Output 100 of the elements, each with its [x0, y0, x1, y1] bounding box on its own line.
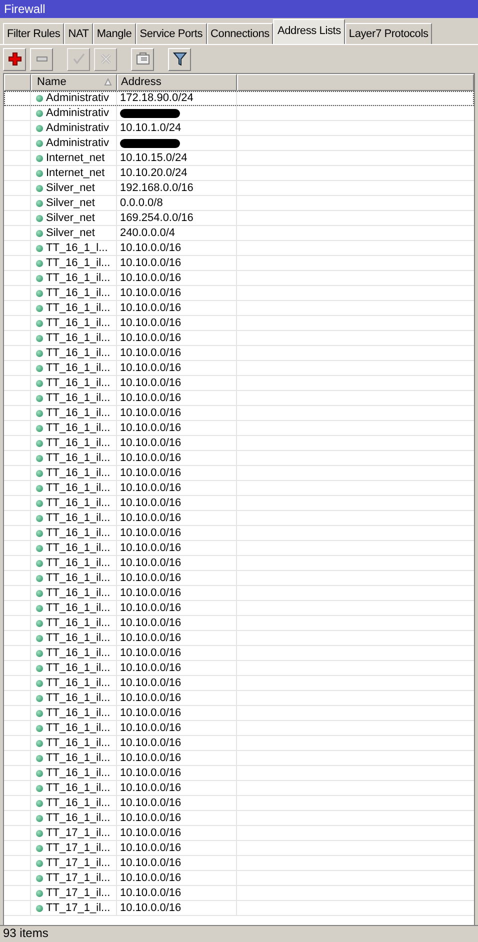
table-cell: Silver_net	[46, 196, 95, 210]
status-dot-icon	[36, 620, 43, 626]
table-row[interactable]: TT_16_1_il... 10.10.0.0/16	[4, 796, 474, 811]
remove-button[interactable]	[30, 48, 53, 70]
table-cell: TT_16_1_il...	[46, 721, 110, 735]
table-row[interactable]: Administrativ	[4, 106, 474, 121]
table-row[interactable]: TT_16_1_il... 10.10.0.0/16	[4, 391, 474, 406]
tab[interactable]: Connections	[206, 23, 274, 44]
tab[interactable]: Layer7 Protocols	[344, 23, 432, 44]
table-row[interactable]: TT_16_1_il... 10.10.0.0/16	[4, 781, 474, 796]
status-dot-icon	[36, 154, 43, 162]
table-row[interactable]: TT_16_1_il... 10.10.0.0/16	[4, 706, 474, 721]
status-dot-icon	[36, 754, 43, 762]
table-cell: 10.10.0.0/16	[120, 511, 182, 525]
table-row[interactable]: TT_16_1_il... 10.10.0.0/16	[4, 376, 474, 391]
table-row[interactable]: TT_16_1_il... 10.10.0.0/16	[4, 496, 474, 511]
status-dot-icon	[36, 170, 43, 176]
table-row[interactable]: TT_16_1_il... 10.10.0.0/16	[4, 721, 474, 736]
column-header[interactable]: Address	[117, 74, 237, 91]
table-row[interactable]: TT_16_1_il... 10.10.0.0/16	[4, 691, 474, 706]
table-row[interactable]: TT_16_1_il... 10.10.0.0/16	[4, 481, 474, 496]
table-row[interactable]: TT_16_1_il... 10.10.0.0/16	[4, 526, 474, 541]
funnel-icon	[172, 52, 186, 66]
status-dot-icon	[36, 514, 43, 522]
table-row[interactable]: TT_16_1_il... 10.10.0.0/16	[4, 286, 474, 301]
table-row[interactable]: TT_16_1_il... 10.10.0.0/16	[4, 346, 474, 361]
table-row[interactable]: TT_16_1_il... 10.10.0.0/16	[4, 256, 474, 271]
table-row[interactable]: TT_16_1_il... 10.10.0.0/16	[4, 556, 474, 571]
table-row[interactable]: TT_16_1_il... 10.10.0.0/16	[4, 631, 474, 646]
table-row[interactable]: TT_16_1_il... 10.10.0.0/16	[4, 601, 474, 616]
table-row[interactable]: Administrativ 172.18.90.0/24	[4, 91, 474, 106]
table-row[interactable]: TT_16_1_il... 10.10.0.0/16	[4, 736, 474, 751]
table-cell: TT_16_1_il...	[46, 301, 110, 315]
column-header[interactable]: Name	[31, 74, 117, 91]
table-row[interactable]: Internet_net 10.10.15.0/24	[4, 151, 474, 166]
table-cell: TT_16_1_il...	[46, 286, 110, 300]
table-row[interactable]: TT_16_1_l... 10.10.0.0/16	[4, 241, 474, 256]
status-dot-icon	[36, 440, 43, 446]
table-row[interactable]: TT_16_1_il... 10.10.0.0/16	[4, 406, 474, 421]
table-row[interactable]: TT_16_1_il... 10.10.0.0/16	[4, 271, 474, 286]
table-row[interactable]: TT_17_1_il... 10.10.0.0/16	[4, 886, 474, 901]
table-row[interactable]: TT_16_1_il... 10.10.0.0/16	[4, 766, 474, 781]
table-cell: Administrativ	[46, 106, 109, 120]
table-cell: Internet_net	[46, 166, 105, 180]
table-row[interactable]: TT_16_1_il... 10.10.0.0/16	[4, 646, 474, 661]
tab[interactable]: Address Lists	[273, 19, 345, 44]
status-dot-icon	[36, 214, 43, 222]
status-dot-icon	[36, 724, 43, 732]
table-row[interactable]: TT_16_1_il... 10.10.0.0/16	[4, 541, 474, 556]
table-row[interactable]: TT_17_1_il... 10.10.0.0/16	[4, 841, 474, 856]
table-cell: 10.10.0.0/16	[120, 721, 182, 735]
tab[interactable]: Filter Rules	[3, 23, 64, 44]
table-cell: 10.10.0.0/16	[120, 301, 182, 315]
tab[interactable]: NAT	[64, 23, 93, 44]
table-row[interactable]: Administrativ 10.10.1.0/24	[4, 121, 474, 136]
table-row[interactable]: TT_16_1_il... 10.10.0.0/16	[4, 361, 474, 376]
table-row[interactable]: TT_16_1_il... 10.10.0.0/16	[4, 301, 474, 316]
table-row[interactable]: Internet_net 10.10.20.0/24	[4, 166, 474, 181]
status-dot-icon	[36, 664, 43, 672]
table-row[interactable]: TT_17_1_il... 10.10.0.0/16	[4, 856, 474, 871]
table-cell: TT_16_1_il...	[46, 376, 110, 390]
table-cell: 10.10.0.0/16	[120, 256, 182, 270]
table-row[interactable]: Silver_net 169.254.0.0/16	[4, 211, 474, 226]
table-row[interactable]: TT_16_1_il... 10.10.0.0/16	[4, 316, 474, 331]
column-header[interactable]	[4, 74, 31, 91]
status-dot-icon	[36, 650, 43, 656]
comment-button[interactable]	[131, 48, 154, 70]
table-cell: 10.10.0.0/16	[120, 796, 182, 810]
table-row[interactable]: TT_16_1_il... 10.10.0.0/16	[4, 676, 474, 691]
status-dot-icon	[36, 454, 43, 462]
tab[interactable]: Mangle	[92, 23, 136, 44]
table-row[interactable]: TT_16_1_il... 10.10.0.0/16	[4, 571, 474, 586]
add-button[interactable]	[3, 48, 26, 70]
table-row[interactable]: TT_16_1_il... 10.10.0.0/16	[4, 586, 474, 601]
table-row[interactable]: TT_17_1_il... 10.10.0.0/16	[4, 901, 474, 916]
table-row[interactable]: TT_16_1_il... 10.10.0.0/16	[4, 421, 474, 436]
table-row[interactable]: TT_16_1_il... 10.10.0.0/16	[4, 616, 474, 631]
table-row[interactable]: TT_17_1_il... 10.10.0.0/16	[4, 871, 474, 886]
table-row[interactable]: Silver_net 0.0.0.0/8	[4, 196, 474, 211]
status-dot-icon	[36, 590, 43, 596]
table-row[interactable]: Administrativ	[4, 136, 474, 151]
table-row[interactable]: TT_17_1_il... 10.10.0.0/16	[4, 826, 474, 841]
tab[interactable]: Service Ports	[136, 23, 207, 44]
table-row[interactable]: Silver_net 240.0.0.0/4	[4, 226, 474, 241]
table-row[interactable]: TT_16_1_il... 10.10.0.0/16	[4, 466, 474, 481]
table-row[interactable]: TT_16_1_il... 10.10.0.0/16	[4, 511, 474, 526]
table-row[interactable]: TT_16_1_il... 10.10.0.0/16	[4, 751, 474, 766]
column-header[interactable]	[237, 74, 474, 91]
table-row[interactable]: TT_16_1_il... 10.10.0.0/16	[4, 661, 474, 676]
table-row[interactable]: TT_16_1_il... 10.10.0.0/16	[4, 436, 474, 451]
table-row[interactable]: TT_16_1_il... 10.10.0.0/16	[4, 451, 474, 466]
table-row[interactable]: Silver_net 192.168.0.0/16	[4, 181, 474, 196]
table-row[interactable]: TT_16_1_il... 10.10.0.0/16	[4, 331, 474, 346]
table-cell: 172.18.90.0/24	[120, 91, 194, 105]
table-cell: TT_16_1_il...	[46, 421, 110, 435]
table-cell: 10.10.0.0/16	[120, 661, 182, 675]
status-dot-icon	[36, 94, 43, 102]
filter-button[interactable]	[168, 48, 191, 70]
table-row[interactable]: TT_16_1_il... 10.10.0.0/16	[4, 811, 474, 826]
table-cell: TT_16_1_il...	[46, 436, 110, 450]
